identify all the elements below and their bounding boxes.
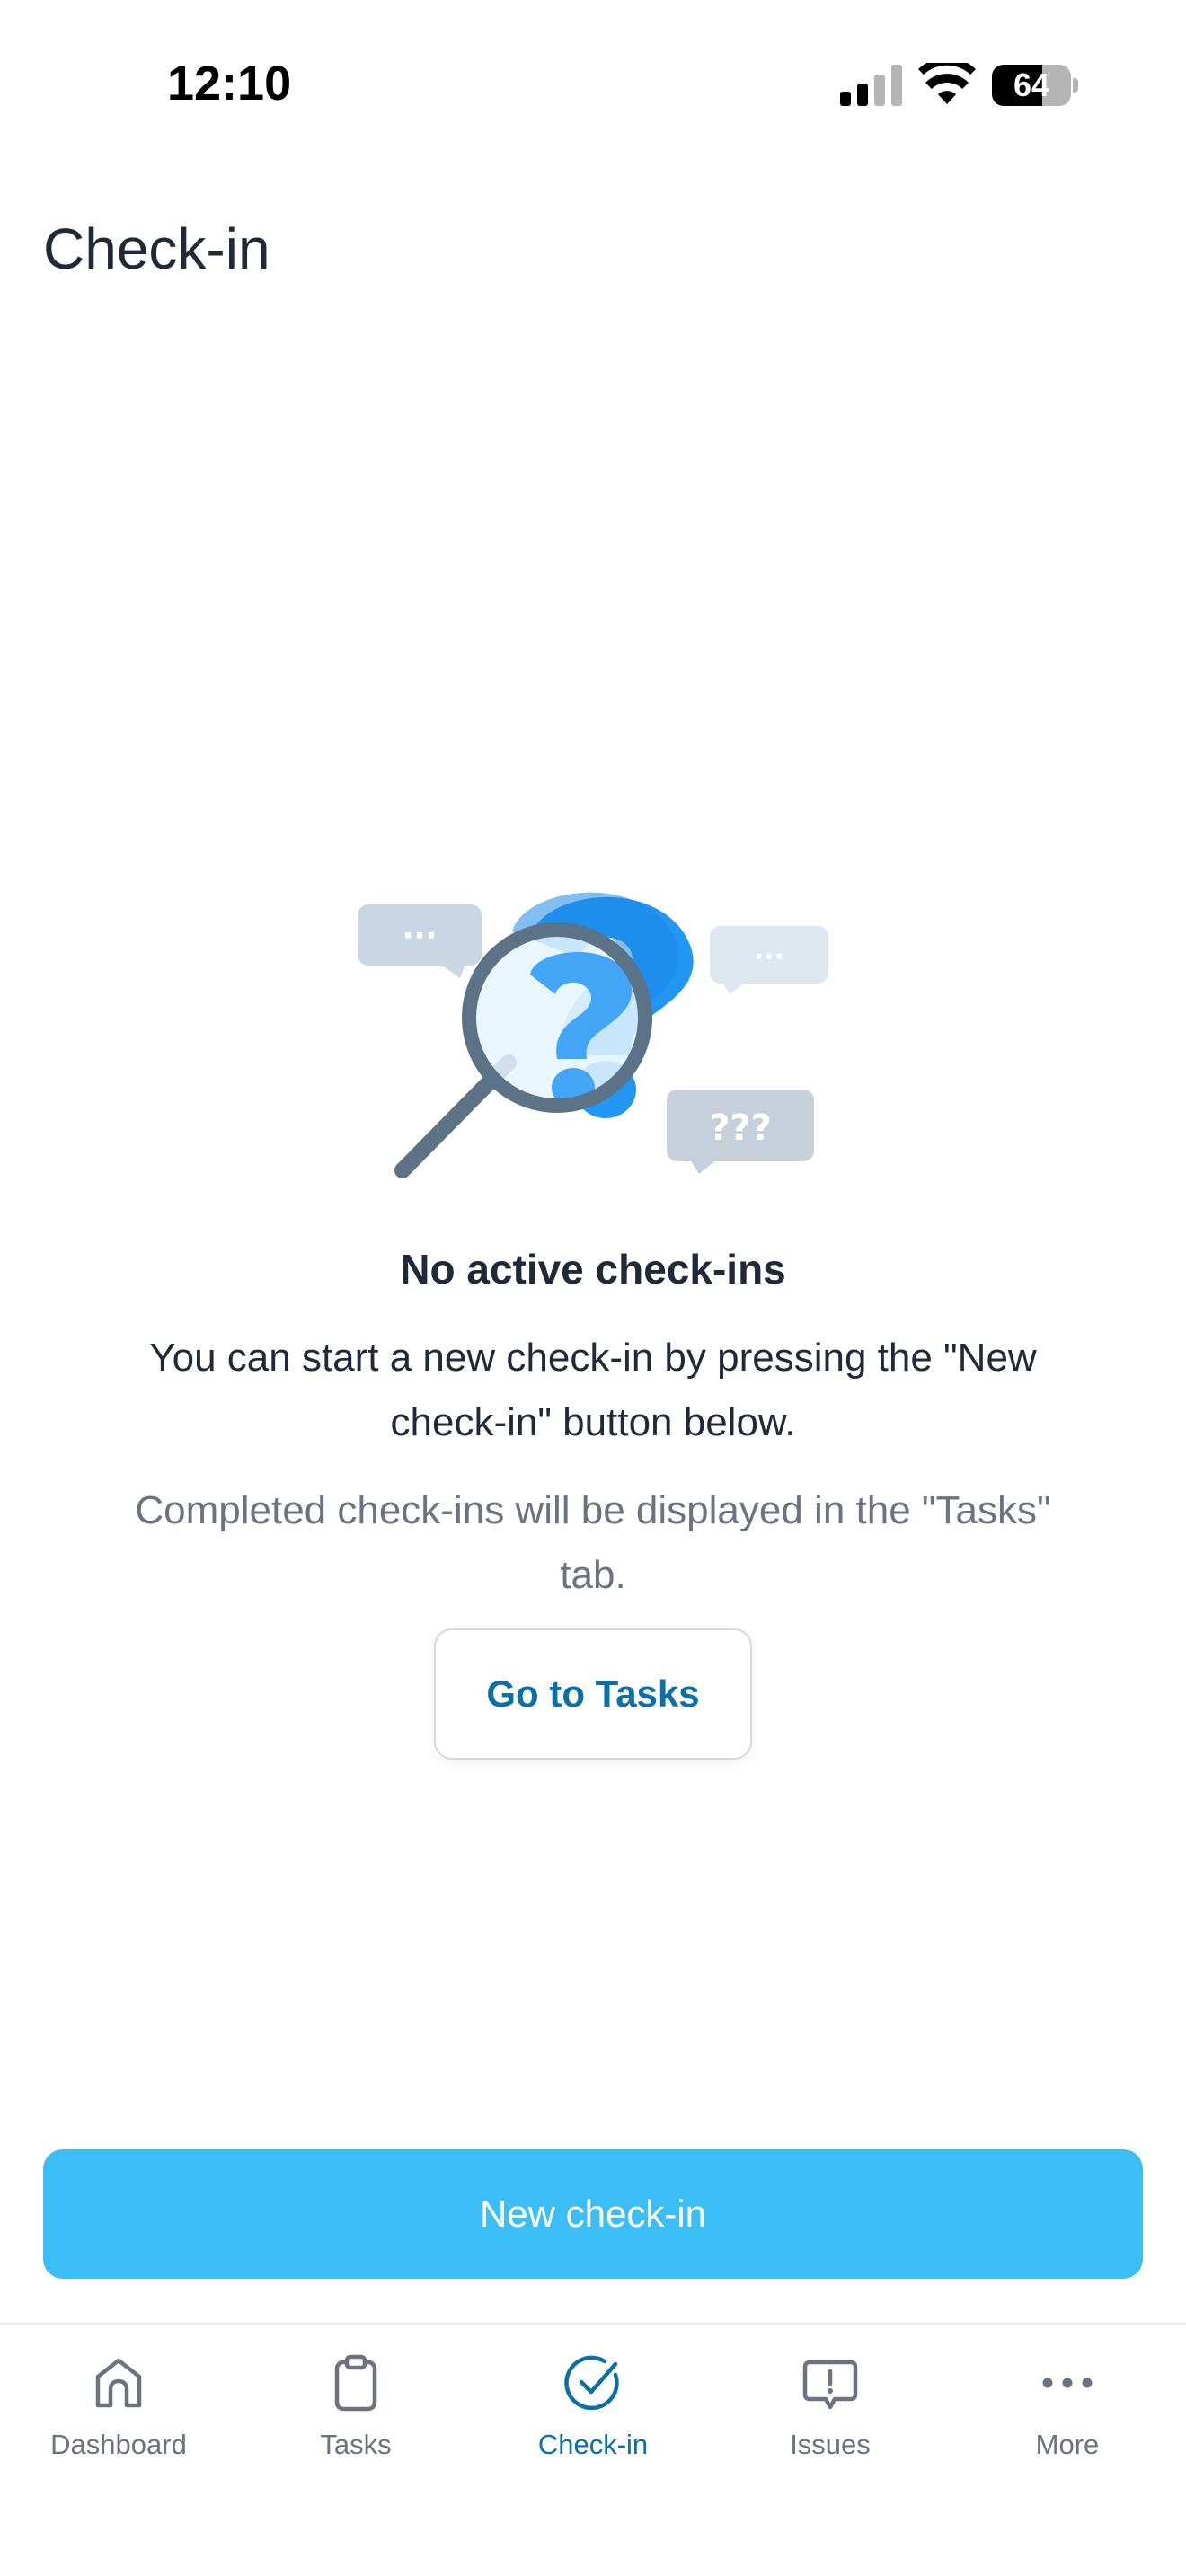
empty-state-title: No active check-ins <box>400 1246 786 1292</box>
tab-label: Check-in <box>537 2429 649 2460</box>
tab-check-in[interactable]: Check-in <box>474 2351 712 2486</box>
home-icon <box>95 2358 142 2408</box>
magnifying-glass-icon <box>394 922 652 1178</box>
tab-label: Dashboard <box>50 2429 187 2460</box>
speech-bubble-question-icon: ??? <box>667 1090 814 1174</box>
status-bar: 12:10 64 <box>0 0 1186 171</box>
magnifying-glass-question-illustration: ··· ··· ??? <box>358 892 828 1178</box>
svg-text:···: ··· <box>754 941 784 973</box>
speech-bubble-left-icon: ··· <box>358 904 482 978</box>
clipboard-icon <box>334 2354 377 2412</box>
tab-issues[interactable]: Issues <box>712 2351 949 2486</box>
tab-label: More <box>1035 2429 1100 2460</box>
tab-label: Issues <box>790 2429 871 2460</box>
page-title: Check-in <box>43 216 270 281</box>
more-dots-icon <box>1042 2378 1093 2388</box>
tab-bar: Dashboard Tasks Check-in Issues More <box>0 2323 1186 2576</box>
battery-level: 64 <box>1013 66 1050 103</box>
signal-icon <box>840 65 902 106</box>
new-check-in-button[interactable]: New check-in <box>43 2149 1143 2279</box>
battery-icon: 64 <box>992 65 1078 106</box>
wifi-icon <box>918 63 976 104</box>
go-to-tasks-button[interactable]: Go to Tasks <box>434 1628 752 1760</box>
tab-tasks[interactable]: Tasks <box>237 2351 474 2486</box>
check-in-screen: 12:10 64 Check-in ··· ··· ??? No active … <box>0 0 1186 2576</box>
svg-text:???: ??? <box>709 1107 772 1149</box>
tab-label: Tasks <box>320 2429 392 2460</box>
status-time: 12:10 <box>167 57 292 110</box>
speech-bubble-right-icon: ··· <box>710 926 828 994</box>
tab-dashboard[interactable]: Dashboard <box>0 2351 237 2486</box>
check-circle-icon <box>564 2355 619 2411</box>
empty-state-note: Completed check-ins will be displayed in… <box>135 1488 1051 1597</box>
tab-more[interactable]: More <box>949 2351 1186 2486</box>
alert-message-icon <box>802 2360 858 2410</box>
svg-text:···: ··· <box>403 918 438 954</box>
empty-state-description: You can start a new check-in by pressing… <box>149 1336 1037 1444</box>
